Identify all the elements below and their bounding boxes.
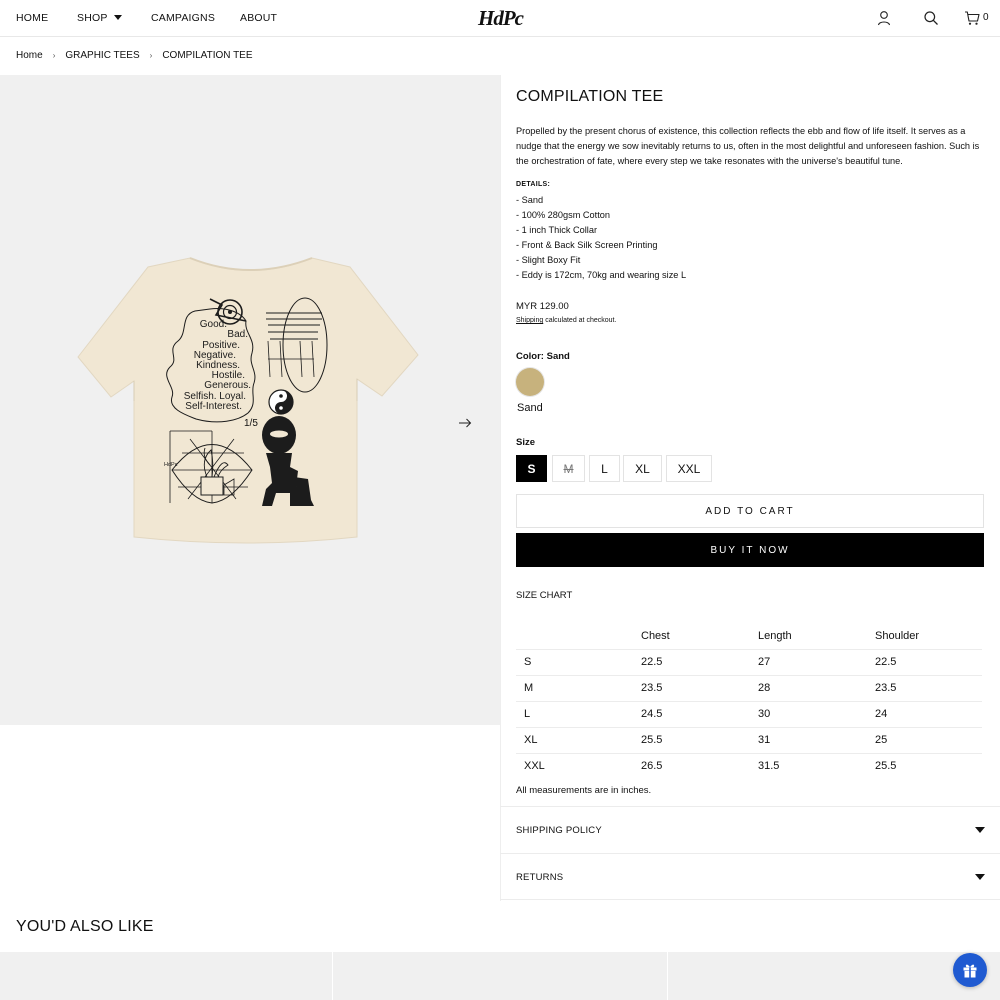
chevron-right-icon: › (52, 51, 56, 60)
gift-button[interactable] (953, 953, 987, 987)
caret-down-icon (975, 874, 985, 880)
table-cell: 30 (758, 701, 875, 728)
product-title: COMPILATION TEE (516, 88, 664, 105)
breadcrumb-current: COMPILATION TEE (162, 50, 253, 61)
size-option-xxl[interactable]: XXL (666, 455, 712, 482)
recommendations-strip (0, 952, 1000, 1000)
shipping-note: Shipping calculated at checkout. (516, 317, 616, 324)
table-cell: 31.5 (758, 760, 780, 773)
size-label: Size (516, 437, 536, 448)
gift-icon (963, 964, 977, 978)
table-header: Chest (641, 623, 758, 650)
table-cell: 22.5 (641, 649, 758, 676)
breadcrumb-home[interactable]: Home (16, 50, 43, 61)
list-item: - Slight Boxy Fit (516, 255, 581, 266)
size-option-l[interactable]: L (589, 455, 620, 482)
nav-shop[interactable]: SHOP (77, 12, 122, 24)
nav-campaigns[interactable]: CAMPAIGNS (151, 12, 215, 24)
table-cell: XXL (524, 760, 545, 773)
table-cell: XL (516, 727, 641, 754)
account-icon[interactable] (876, 10, 892, 26)
accordion-returns[interactable]: RETURNS (500, 853, 1000, 900)
table-header: Length (758, 623, 875, 650)
table-cell: 26.5 (641, 760, 663, 773)
cart-icon[interactable] (964, 10, 980, 26)
accordion-label: SHIPPING POLICY (516, 825, 602, 836)
buy-now-button[interactable]: BUY IT NOW (516, 533, 984, 567)
caret-down-icon (975, 827, 985, 833)
table-cell: M (516, 675, 641, 702)
also-like-heading: YOU'D ALSO LIKE (16, 918, 154, 935)
color-label: Color: Sand (516, 351, 570, 362)
table-cell: 25.5 (875, 760, 897, 773)
table-cell: S (516, 649, 641, 676)
breadcrumb: Home › GRAPHIC TEES › COMPILATION TEE (16, 50, 253, 61)
cart-count: 0 (983, 12, 989, 23)
list-item: - Sand (516, 195, 544, 205)
size-chart-title: SIZE CHART (516, 590, 573, 601)
table-cell: 25 (875, 727, 982, 754)
site-header: HOME SHOP CAMPAIGNS ABOUT HdPc 0 (0, 0, 1000, 37)
size-option-s[interactable]: S (516, 455, 547, 482)
list-item: - Front & Back Silk Screen Printing (516, 240, 658, 251)
list-item: - 100% 280gsm Cotton (516, 210, 610, 221)
table-row: XL 25.5 31 25 (516, 727, 982, 754)
table-header (516, 623, 641, 650)
card-divider (332, 952, 333, 1000)
print-line-1: Good. (200, 319, 227, 330)
arrow-right-icon[interactable] (458, 416, 472, 430)
list-item: - Eddy is 172cm, 70kg and wearing size L (516, 270, 687, 281)
table-header-row: Chest Length Shoulder (516, 623, 982, 650)
table-row: M 23.5 28 23.5 (516, 675, 982, 702)
table-cell: 31 (758, 727, 875, 754)
size-chart-table: Chest Length Shoulder S 22.5 27 22.5 M 2… (516, 623, 982, 779)
color-swatch-sand[interactable] (516, 368, 544, 396)
product-price: MYR 129.00 (516, 301, 569, 312)
add-to-cart-button[interactable]: ADD TO CART (516, 494, 984, 528)
table-cell: 22.5 (875, 649, 982, 676)
print-line-9: Self-Interest. (185, 401, 242, 412)
panel-divider (500, 75, 501, 901)
table-cell: 24 (875, 701, 982, 728)
card-divider (667, 952, 668, 1000)
table-cell: 28 (758, 675, 875, 702)
table-cell: 27 (758, 649, 875, 676)
product-description: Propelled by the present chorus of exist… (516, 126, 980, 166)
table-cell: 25.5 (641, 727, 758, 754)
print-line-7: Generous. (204, 380, 251, 391)
product-image: Good. Bad. Positive. Negative. Kindness.… (77, 257, 419, 544)
size-option-xl[interactable]: XL (623, 455, 662, 482)
size-option-m[interactable]: M (552, 455, 585, 482)
product-gallery[interactable]: Good. Bad. Positive. Negative. Kindness.… (0, 75, 500, 725)
table-cell: L (516, 701, 641, 728)
list-item: - 1 inch Thick Collar (516, 225, 598, 236)
print-small-text: HdPc (164, 462, 178, 468)
measurement-note: All measurements are in inches. (516, 785, 652, 796)
table-row: XXL 26.5 31.5 25.5 (516, 753, 982, 779)
shipping-link[interactable]: Shipping (516, 317, 543, 324)
table-header: Shoulder (875, 623, 982, 650)
nav-about[interactable]: ABOUT (240, 12, 277, 24)
accordion-label: RETURNS (516, 872, 564, 883)
table-cell: 24.5 (641, 701, 758, 728)
swatch-label: Sand (517, 402, 543, 414)
details-list: - Sand - 100% 280gsm Cotton - 1 inch Thi… (516, 193, 686, 284)
search-icon[interactable] (923, 10, 939, 26)
chevron-right-icon: › (149, 51, 153, 60)
image-counter: 1/5 (244, 418, 258, 429)
table-cell: 23.5 (641, 675, 758, 702)
print-line-2: Bad. (227, 329, 248, 340)
nav-shop-label: SHOP (77, 12, 108, 24)
site-logo[interactable]: HdPc (478, 6, 524, 31)
accordion-shipping-policy[interactable]: SHIPPING POLICY (500, 806, 1000, 853)
breadcrumb-category[interactable]: GRAPHIC TEES (65, 50, 139, 61)
details-label: DETAILS: (516, 181, 551, 188)
table-row: L 24.5 30 24 (516, 701, 982, 728)
shipping-note-text: calculated at checkout. (543, 317, 617, 324)
table-row: S 22.5 27 22.5 (516, 649, 982, 676)
chevron-down-icon (113, 15, 122, 20)
table-cell: 23.5 (875, 675, 982, 702)
nav-home[interactable]: HOME (16, 12, 48, 24)
